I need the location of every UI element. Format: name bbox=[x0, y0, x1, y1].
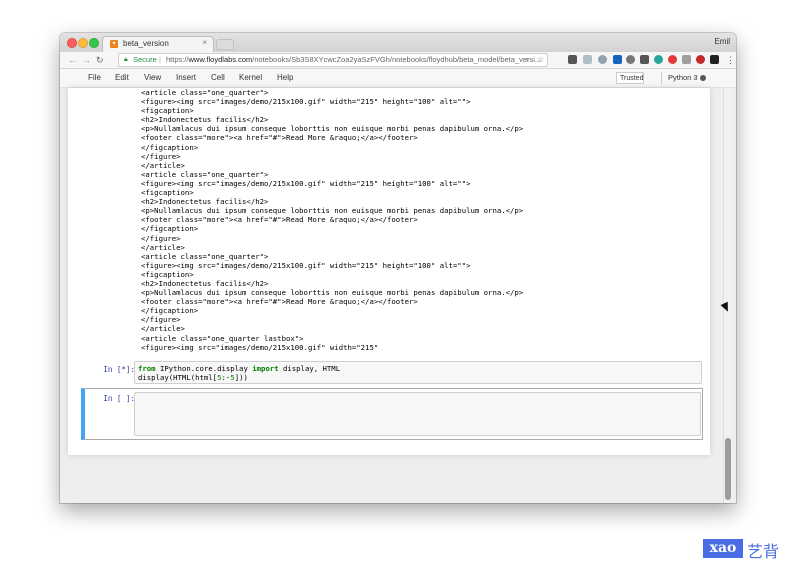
output-line: <p>Nullamlacus dui ipsum conseque lobort… bbox=[141, 288, 524, 298]
pocket-extension-icon[interactable] bbox=[568, 55, 577, 64]
secure-label: Secure bbox=[133, 55, 157, 64]
scrollbar-thumb[interactable] bbox=[725, 438, 731, 500]
kernel-idle-icon bbox=[700, 75, 706, 81]
url-scheme: https:// bbox=[166, 55, 189, 64]
output-line: </figcaption> bbox=[141, 142, 199, 152]
browser-tab[interactable]: ✦ beta_version × bbox=[102, 36, 214, 52]
module-name: IPython.core.display bbox=[155, 364, 253, 373]
trusted-indicator[interactable]: Trusted bbox=[616, 72, 644, 84]
extension-icon[interactable] bbox=[583, 55, 592, 64]
minimize-window-button[interactable] bbox=[78, 38, 88, 48]
code-call: display(HTML(html[ bbox=[138, 373, 218, 382]
output-line: <figure><img src="images/demo/215x100.gi… bbox=[141, 178, 471, 188]
tab-title: beta_version bbox=[123, 39, 169, 48]
extension-icon[interactable] bbox=[598, 55, 607, 64]
tab-close-icon[interactable]: × bbox=[202, 38, 207, 47]
output-line: <figure><img src="images/demo/215x100.gi… bbox=[141, 260, 471, 270]
output-line: </article> bbox=[141, 242, 185, 252]
address-bar[interactable]: 🔒︎ Secure | https://www.floydlabs.com/no… bbox=[118, 53, 548, 67]
menu-cell[interactable]: Cell bbox=[211, 73, 225, 82]
url-host: www.floydlabs.com bbox=[188, 55, 253, 64]
extension-icon[interactable] bbox=[696, 55, 705, 64]
browser-window: ✦ beta_version × Emil ← → ↻ 🔒︎ Secure | … bbox=[60, 33, 736, 503]
output-line: </figure> bbox=[141, 315, 181, 325]
menu-help[interactable]: Help bbox=[277, 73, 293, 82]
close-window-button[interactable] bbox=[67, 38, 77, 48]
output-line: <article class="one_quarter"> bbox=[141, 251, 269, 261]
output-line: <figcaption> bbox=[141, 269, 194, 279]
watermark: xao 艺背 bbox=[703, 537, 798, 561]
watermark-text: 艺背 bbox=[747, 542, 780, 561]
output-line: <footer class="more"><a href="#">Read Mo… bbox=[141, 215, 418, 225]
output-line: <footer class="more"><a href="#">Read Mo… bbox=[141, 133, 418, 143]
url-path: /notebooks/Sb3S8XYcwcZoa2yaSzFVGh/notebo… bbox=[252, 55, 542, 64]
zoom-window-button[interactable] bbox=[89, 38, 99, 48]
code-line-1: from IPython.core.display import display… bbox=[138, 364, 340, 373]
stack-extension-icon[interactable] bbox=[710, 55, 719, 64]
output-line: <figure><img src="images/demo/215x100.gi… bbox=[141, 97, 471, 107]
extension-icon[interactable] bbox=[682, 55, 691, 64]
lock-icon: 🔒︎ bbox=[124, 56, 128, 63]
import-names: display, HTML bbox=[278, 364, 341, 373]
output-line: </figure> bbox=[141, 151, 181, 161]
code-line-2: display(HTML(html[5:-5])) bbox=[138, 373, 248, 382]
code-slice: :- bbox=[221, 373, 231, 382]
output-line: </figcaption> bbox=[141, 306, 199, 316]
code-cell-running[interactable]: In [*]: from IPython.core.display import… bbox=[81, 360, 703, 386]
code-cell-selected[interactable]: In [ ]: bbox=[81, 388, 703, 440]
output-line: <p>Nullamlacus dui ipsum conseque lobort… bbox=[141, 124, 524, 134]
address-separator: | bbox=[159, 55, 161, 64]
watermark-logo: xao bbox=[703, 539, 743, 558]
url-text: https://www.floydlabs.com/notebooks/Sb3S… bbox=[166, 54, 541, 66]
output-line: </figure> bbox=[141, 233, 181, 243]
wifi-extension-icon[interactable] bbox=[640, 55, 649, 64]
output-line: <article class="one_quarter lastbox"> bbox=[141, 333, 304, 343]
translate-extension-icon[interactable] bbox=[613, 55, 622, 64]
output-line: </article> bbox=[141, 160, 185, 170]
output-line: <figcaption> bbox=[141, 188, 194, 198]
output-line: <article class="one_quarter"> bbox=[141, 169, 269, 179]
back-icon[interactable]: ← bbox=[68, 54, 77, 66]
output-line: <p>Nullamlacus dui ipsum conseque lobort… bbox=[141, 206, 524, 216]
kebab-menu-icon[interactable]: ⋮ bbox=[726, 54, 735, 66]
browser-toolbar: ← → ↻ 🔒︎ Secure | https://www.floydlabs.… bbox=[60, 52, 736, 69]
cell-output: <article class="one_quarter"> <figure><im… bbox=[141, 88, 701, 352]
menu-kernel[interactable]: Kernel bbox=[239, 73, 262, 82]
cell-prompt: In [ ]: bbox=[103, 394, 135, 403]
output-line: </article> bbox=[141, 324, 185, 334]
output-line: <h2>Indonectetus facilis</h2> bbox=[141, 278, 269, 288]
output-line: <h2>Indonectetus facilis</h2> bbox=[141, 197, 269, 207]
output-line: <figure><img src="images/demo/215x100.gi… bbox=[141, 342, 379, 352]
cell-prompt: In [*]: bbox=[103, 365, 135, 374]
output-line: <h2>Indonectetus facilis</h2> bbox=[141, 115, 269, 125]
reload-icon[interactable]: ↻ bbox=[96, 54, 104, 66]
menu-edit[interactable]: Edit bbox=[115, 73, 129, 82]
menu-insert[interactable]: Insert bbox=[176, 73, 196, 82]
title-bar: ✦ beta_version × Emil bbox=[60, 33, 736, 52]
search-icon[interactable]: ⌕ bbox=[525, 54, 529, 66]
output-line: <article class="one_quarter"> bbox=[141, 88, 269, 97]
new-tab-button[interactable] bbox=[216, 39, 234, 50]
menu-view[interactable]: View bbox=[144, 73, 161, 82]
keyword-from: from bbox=[138, 364, 156, 373]
output-line: <footer class="more"><a href="#">Read Mo… bbox=[141, 297, 418, 307]
jupyter-favicon-icon: ✦ bbox=[110, 40, 118, 48]
star-icon[interactable]: ☆ bbox=[537, 54, 544, 66]
menu-file[interactable]: File bbox=[88, 73, 101, 82]
opera-extension-icon[interactable] bbox=[668, 55, 677, 64]
output-line: <figcaption> bbox=[141, 106, 194, 116]
notebook-menubar: File Edit View Insert Cell Kernel Help T… bbox=[60, 69, 736, 88]
code-close: ])) bbox=[234, 373, 248, 382]
extension-icon[interactable] bbox=[654, 55, 663, 64]
empty-code-input[interactable] bbox=[134, 392, 701, 436]
code-input[interactable]: from IPython.core.display import display… bbox=[134, 361, 702, 384]
keyword-import: import bbox=[252, 364, 279, 373]
extension-icon[interactable] bbox=[626, 55, 635, 64]
forward-icon[interactable]: → bbox=[82, 54, 91, 66]
output-line: </figcaption> bbox=[141, 224, 199, 234]
profile-name[interactable]: Emil bbox=[714, 37, 730, 46]
